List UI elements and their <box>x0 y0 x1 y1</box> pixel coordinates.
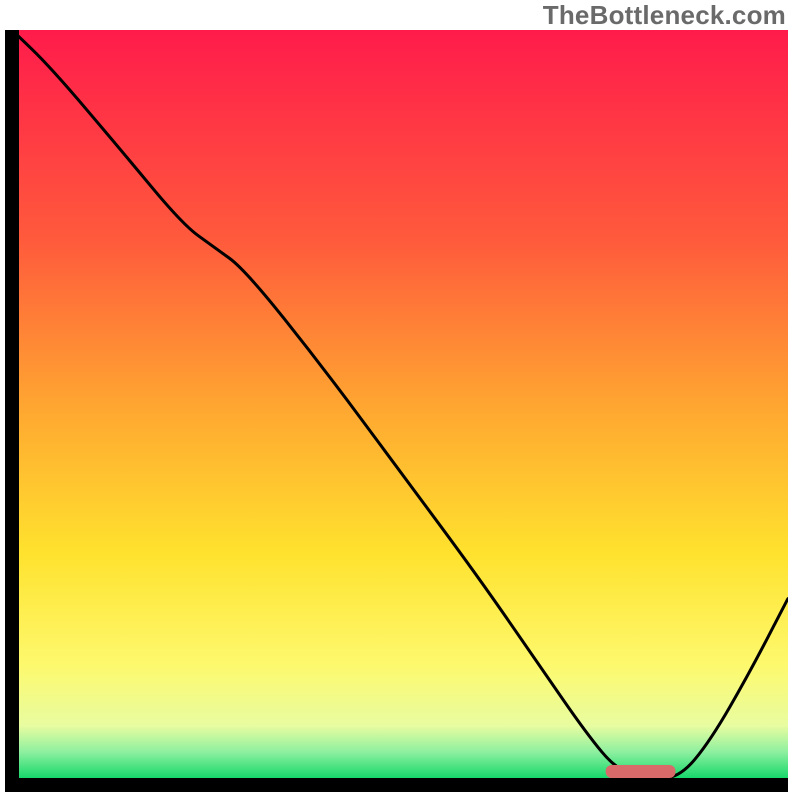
bottleneck-chart: TheBottleneck.com <box>0 0 800 800</box>
chart-svg <box>0 0 800 800</box>
optimal-range-marker <box>606 765 676 778</box>
watermark-text: TheBottleneck.com <box>543 0 786 31</box>
gradient-background <box>12 30 788 778</box>
